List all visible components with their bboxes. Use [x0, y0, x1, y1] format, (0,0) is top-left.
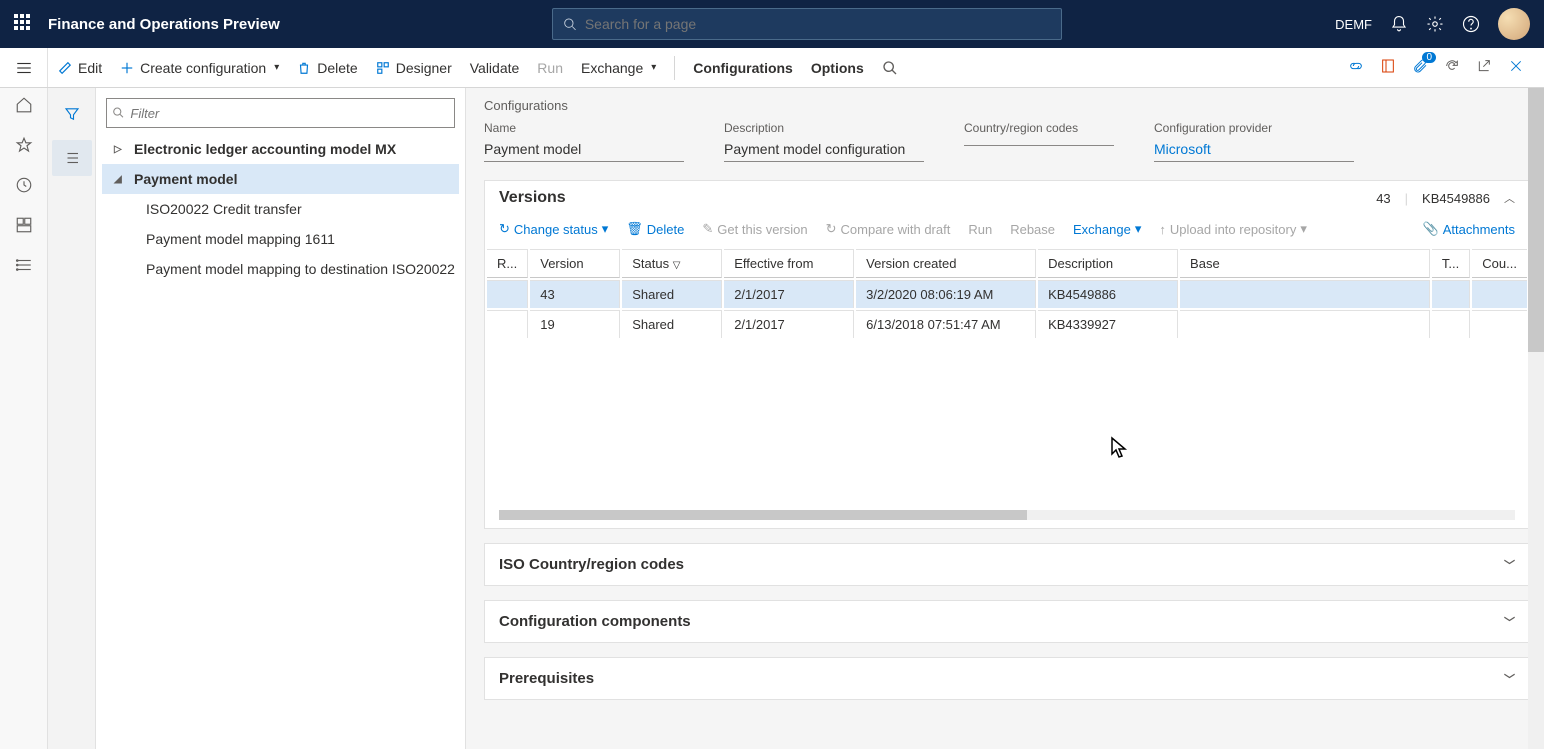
- versions-toolbar: ↻ Change status ▾ 🗑 Delete ✎ Get this ve…: [485, 215, 1529, 247]
- col-base[interactable]: Base: [1180, 249, 1430, 278]
- chevron-up-icon[interactable]: ︿: [1504, 190, 1515, 206]
- attachments-button[interactable]: 📎 Attachments: [1423, 221, 1515, 237]
- search-icon: [563, 17, 576, 31]
- name-value[interactable]: Payment model: [484, 141, 684, 162]
- app-title: Finance and Operations Preview: [48, 16, 280, 33]
- versions-grid: R... Version Status ▽ Effective from Ver…: [485, 247, 1529, 340]
- col-created[interactable]: Version created: [856, 249, 1036, 278]
- horizontal-scrollbar[interactable]: [499, 510, 1515, 520]
- field-provider: Configuration provider Microsoft: [1154, 121, 1354, 162]
- grid-header-row: R... Version Status ▽ Effective from Ver…: [487, 249, 1527, 278]
- office-icon[interactable]: [1380, 58, 1396, 77]
- field-region: Country/region codes: [964, 121, 1114, 162]
- versions-header[interactable]: Versions 43 | KB4549886 ︿: [485, 181, 1529, 215]
- section-title: Configurations: [484, 98, 1530, 113]
- expand-icon[interactable]: ▷: [114, 144, 128, 155]
- global-search-input[interactable]: [585, 16, 1052, 32]
- col-effective[interactable]: Effective from: [724, 249, 854, 278]
- run-button: Run: [537, 60, 563, 76]
- versions-summary-num: 43: [1376, 191, 1390, 206]
- nav-toggle[interactable]: [0, 48, 48, 87]
- get-version-button: ✎ Get this version: [702, 221, 807, 237]
- components-section-header[interactable]: Configuration components﹀: [484, 600, 1530, 643]
- exchange-button[interactable]: Exchange▾: [581, 60, 656, 76]
- designer-button[interactable]: Designer: [376, 60, 452, 76]
- col-r[interactable]: R...: [487, 249, 528, 278]
- compare-button: ↻ Compare with draft: [826, 221, 951, 237]
- chevron-down-icon: ﹀: [1504, 557, 1515, 573]
- tree-item-payment-mapping-1611[interactable]: Payment model mapping 1611: [102, 224, 459, 254]
- col-status[interactable]: Status ▽: [622, 249, 722, 278]
- modules-icon[interactable]: [15, 256, 33, 274]
- tree-filter-input[interactable]: [130, 106, 448, 121]
- field-name: Name Payment model: [484, 121, 684, 162]
- col-cou[interactable]: Cou...: [1472, 249, 1527, 278]
- help-icon[interactable]: [1462, 15, 1480, 33]
- field-description: Description Payment model configuration: [724, 121, 924, 162]
- config-fields: Name Payment model Description Payment m…: [484, 121, 1530, 162]
- link-icon[interactable]: [1348, 58, 1364, 77]
- region-value[interactable]: [964, 141, 1114, 146]
- cmdbar-search-icon[interactable]: [882, 60, 898, 76]
- recent-icon[interactable]: [15, 176, 33, 194]
- home-icon[interactable]: [15, 96, 33, 114]
- validate-button[interactable]: Validate: [470, 60, 520, 76]
- versions-card: Versions 43 | KB4549886 ︿ ↻ Change statu…: [484, 180, 1530, 529]
- tree-item-electronic-ledger[interactable]: ▷ Electronic ledger accounting model MX: [102, 134, 459, 164]
- create-configuration-button[interactable]: Create configuration▾: [120, 60, 279, 76]
- chevron-down-icon: ﹀: [1504, 614, 1515, 630]
- left-nav-rail: [0, 88, 48, 749]
- star-icon[interactable]: [15, 136, 33, 154]
- tree-tools-rail: [48, 88, 96, 749]
- version-delete-button[interactable]: 🗑 Delete: [626, 221, 684, 237]
- col-t[interactable]: T...: [1432, 249, 1470, 278]
- version-exchange-button[interactable]: Exchange ▾: [1073, 221, 1141, 237]
- vertical-scrollbar[interactable]: [1528, 88, 1544, 749]
- app-launcher-icon[interactable]: [14, 14, 34, 34]
- tree-item-payment-mapping-dest[interactable]: Payment model mapping to destination ISO…: [102, 254, 459, 284]
- tree-filter[interactable]: [106, 98, 455, 128]
- table-row[interactable]: 19 Shared 2/1/2017 6/13/2018 07:51:47 AM…: [487, 310, 1527, 338]
- popout-icon[interactable]: [1476, 58, 1492, 77]
- workspaces-icon[interactable]: [15, 216, 33, 234]
- change-status-button[interactable]: ↻ Change status ▾: [499, 221, 608, 237]
- attachments-icon[interactable]: 0: [1412, 58, 1428, 77]
- edit-button[interactable]: Edit: [58, 60, 102, 76]
- filter-icon: ▽: [673, 260, 681, 271]
- main-layout: ▷ Electronic ledger accounting model MX …: [0, 88, 1544, 749]
- versions-summary-kb: KB4549886: [1422, 191, 1490, 206]
- list-view-toggle[interactable]: [52, 140, 92, 176]
- close-icon[interactable]: [1508, 58, 1524, 77]
- col-version[interactable]: Version: [530, 249, 620, 278]
- prereq-section-header[interactable]: Prerequisites﹀: [484, 657, 1530, 700]
- bell-icon[interactable]: [1390, 15, 1408, 33]
- content-area: Configurations Name Payment model Descri…: [466, 88, 1544, 749]
- filter-toggle[interactable]: [52, 96, 92, 132]
- delete-button[interactable]: Delete: [297, 60, 357, 76]
- version-run-button: Run: [968, 222, 992, 237]
- command-bar: Edit Create configuration▾ Delete Design…: [48, 48, 1544, 87]
- description-value[interactable]: Payment model configuration: [724, 141, 924, 162]
- topbar: Finance and Operations Preview DEMF: [0, 0, 1544, 48]
- gear-icon[interactable]: [1426, 15, 1444, 33]
- user-avatar[interactable]: [1498, 8, 1530, 40]
- chevron-down-icon: ﹀: [1504, 671, 1515, 687]
- provider-value[interactable]: Microsoft: [1154, 141, 1354, 162]
- collapse-icon[interactable]: ◢: [114, 174, 128, 185]
- tree-item-payment-model[interactable]: ◢ Payment model: [102, 164, 459, 194]
- rebase-button: Rebase: [1010, 222, 1055, 237]
- configurations-tab[interactable]: Configurations: [693, 60, 793, 76]
- tree-panel: ▷ Electronic ledger accounting model MX …: [96, 88, 466, 749]
- command-bar-row: Edit Create configuration▾ Delete Design…: [0, 48, 1544, 88]
- refresh-icon[interactable]: [1444, 58, 1460, 77]
- table-row[interactable]: 43 Shared 2/1/2017 3/2/2020 08:06:19 AM …: [487, 280, 1527, 308]
- company-code[interactable]: DEMF: [1335, 17, 1372, 32]
- iso-section-header[interactable]: ISO Country/region codes﹀: [484, 543, 1530, 586]
- options-tab[interactable]: Options: [811, 60, 864, 76]
- global-search[interactable]: [552, 8, 1062, 40]
- col-description[interactable]: Description: [1038, 249, 1178, 278]
- upload-button: ↑ Upload into repository ▾: [1159, 221, 1307, 237]
- tree-item-iso20022-credit[interactable]: ISO20022 Credit transfer: [102, 194, 459, 224]
